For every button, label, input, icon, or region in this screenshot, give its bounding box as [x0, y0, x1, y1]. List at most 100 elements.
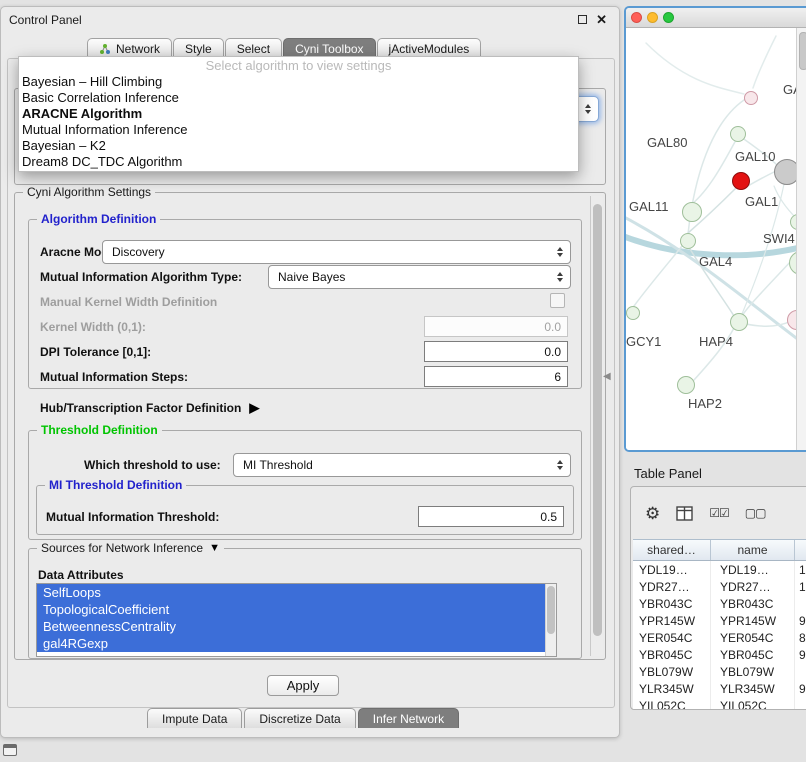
list-item[interactable]: TopologicalCoefficient	[37, 601, 556, 618]
table-row[interactable]: YBL079W YBL079W	[633, 663, 806, 680]
hub-factor-label: Hub/Transcription Factor Definition	[40, 401, 241, 415]
float-window-icon[interactable]	[578, 15, 587, 24]
network-node[interactable]	[682, 202, 702, 222]
network-node[interactable]	[730, 313, 748, 331]
settings-scrollbar[interactable]	[590, 196, 603, 656]
column-header-shared[interactable]: shared…	[633, 540, 711, 560]
mi-threshold-field[interactable]: 0.5	[418, 506, 564, 527]
cell: 13	[795, 561, 806, 578]
table-row[interactable]: YBR043C YBR043C	[633, 595, 806, 612]
data-attributes-label: Data Attributes	[38, 568, 124, 582]
dropdown-option[interactable]: Bayesian – K2	[19, 138, 578, 154]
cyni-bottom-tabbar: Impute Data Discretize Data Infer Networ…	[147, 708, 461, 728]
list-item[interactable]: BetweennessCentrality	[37, 618, 556, 635]
dropdown-option[interactable]: Mutual Information Inference	[19, 122, 578, 138]
network-node-gal10[interactable]	[732, 172, 750, 190]
node-label: GAL11	[629, 199, 669, 214]
table-row[interactable]: YER054C YER054C 8.	[633, 629, 806, 646]
aracne-mode-combobox[interactable]: Discovery	[102, 240, 571, 264]
zoom-traffic-light[interactable]	[663, 12, 674, 23]
list-item[interactable]: SelfLoops	[37, 584, 556, 601]
select-all-icon[interactable]: ☑☑	[709, 506, 729, 520]
minimize-traffic-light[interactable]	[647, 12, 658, 23]
minimized-panel-icon[interactable]	[3, 744, 17, 756]
gear-icon[interactable]: ⚙	[645, 505, 660, 522]
sources-title: Sources for Network Inference	[41, 541, 203, 555]
which-threshold-label: Which threshold to use:	[84, 458, 221, 472]
scrollbar-thumb[interactable]	[799, 32, 806, 70]
cell: YDR27…	[711, 578, 795, 595]
mi-type-label: Mutual Information Algorithm Type:	[40, 270, 242, 284]
which-threshold-combobox[interactable]: MI Threshold	[233, 453, 571, 477]
network-node[interactable]	[680, 233, 696, 249]
manual-kernel-checkbox[interactable]	[550, 293, 565, 308]
table-columns-icon[interactable]	[676, 506, 693, 521]
list-item[interactable]: gal4RGexp	[37, 635, 556, 652]
table-row[interactable]: YDR27… YDR27… 12	[633, 578, 806, 595]
tab-infer-network[interactable]: Infer Network	[358, 708, 459, 728]
network-node[interactable]	[730, 126, 746, 142]
dropdown-option[interactable]: Basic Correlation Inference	[19, 90, 578, 106]
node-label: GAL10	[735, 149, 775, 164]
kernel-width-label: Kernel Width (0,1):	[40, 320, 146, 334]
panel-collapse-icon[interactable]: ◀	[603, 371, 611, 382]
node-label: GCY1	[626, 334, 661, 349]
window-title: Control Panel	[9, 13, 82, 27]
tab-label: Network	[116, 42, 160, 56]
network-view-window: GAL GAL80 GAL10 GAL11 GAL1 SWI4 GAL4 GCY…	[624, 6, 806, 452]
close-traffic-light[interactable]	[631, 12, 642, 23]
mi-steps-field[interactable]: 6	[424, 366, 568, 387]
table-row[interactable]: YDL19… YDL19… 13	[633, 561, 806, 578]
tab-discretize-data[interactable]: Discretize Data	[244, 708, 355, 728]
table-row[interactable]: YPR145W YPR145W 9.	[633, 612, 806, 629]
collapse-down-icon: ▼	[209, 542, 220, 554]
cell	[795, 663, 806, 680]
cell: YDL19…	[711, 561, 795, 578]
list-scrollbar[interactable]	[545, 584, 556, 656]
cell: YIL052C	[633, 697, 711, 710]
close-icon[interactable]: ✕	[596, 14, 607, 25]
algorithm-dropdown-popup: Select algorithm to view settings Bayesi…	[18, 56, 579, 172]
cell	[795, 595, 806, 612]
control-panel-window: Control Panel ✕ Network Style Select Cyn…	[0, 6, 620, 738]
dropdown-option-selected[interactable]: ARACNE Algorithm	[19, 106, 578, 122]
data-attributes-list: SelfLoops TopologicalCoefficient Between…	[36, 583, 557, 657]
cell: 9.	[795, 612, 806, 629]
cell: 9.	[795, 680, 806, 697]
network-node[interactable]	[744, 91, 758, 105]
cell: 9.	[795, 646, 806, 663]
manual-kernel-label: Manual Kernel Width Definition	[40, 295, 217, 309]
mi-type-combobox[interactable]: Naive Bayes	[268, 265, 571, 289]
cell: YPR145W	[633, 612, 711, 629]
hub-factor-section-toggle[interactable]: Hub/Transcription Factor Definition ▶	[40, 400, 259, 416]
dropdown-option[interactable]: Dream8 DC_TDC Algorithm	[19, 154, 578, 170]
tab-impute-data[interactable]: Impute Data	[147, 708, 242, 728]
network-scrollbar[interactable]	[796, 28, 806, 450]
dropdown-placeholder: Select algorithm to view settings	[19, 58, 578, 74]
dropdown-option[interactable]: Bayesian – Hill Climbing	[19, 74, 578, 90]
dpi-tolerance-field[interactable]: 0.0	[424, 341, 568, 362]
scrollbar-thumb[interactable]	[593, 204, 602, 636]
cell: YLR345W	[711, 680, 795, 697]
apply-button[interactable]: Apply	[267, 675, 339, 696]
scrollbar-thumb[interactable]	[547, 586, 555, 634]
column-header-extra[interactable]	[795, 540, 806, 560]
window-controls: ✕	[578, 14, 607, 25]
cell: YBR045C	[633, 646, 711, 663]
tab-label: Cyni Toolbox	[295, 42, 363, 56]
table-row[interactable]: YLR345W YLR345W 9.	[633, 680, 806, 697]
sources-section-toggle[interactable]: Sources for Network Inference ▼	[37, 541, 224, 555]
tab-label: Style	[185, 42, 212, 56]
network-node[interactable]	[626, 306, 640, 320]
table-row[interactable]: YIL052C YIL052C	[633, 697, 806, 710]
table-row[interactable]: YBR045C YBR045C 9.	[633, 646, 806, 663]
tab-label: jActiveModules	[389, 42, 470, 56]
combo-value: MI Threshold	[243, 458, 313, 472]
deselect-all-icon[interactable]: ▢▢	[745, 506, 766, 520]
column-header-name[interactable]: name	[711, 540, 795, 560]
network-node[interactable]	[677, 376, 695, 394]
network-canvas[interactable]: GAL GAL80 GAL10 GAL11 GAL1 SWI4 GAL4 GCY…	[626, 28, 806, 450]
combo-value: Naive Bayes	[278, 270, 345, 284]
cell: YIL052C	[711, 697, 795, 710]
kernel-width-field[interactable]: 0.0	[424, 316, 568, 337]
